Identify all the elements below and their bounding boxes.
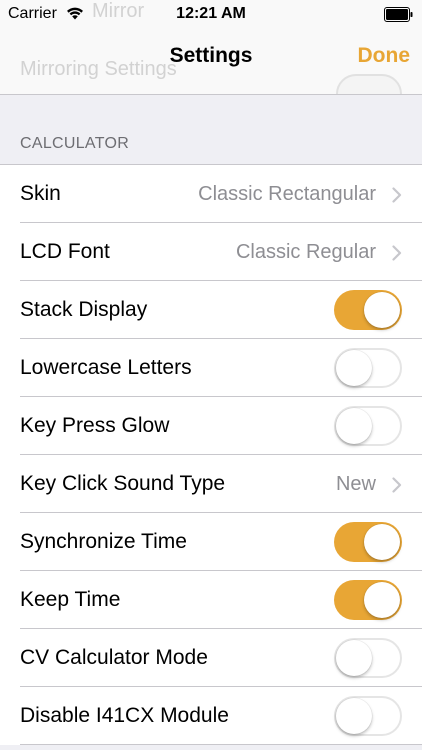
keep-time-toggle[interactable] <box>334 580 402 620</box>
setting-label: Keep Time <box>20 588 121 611</box>
toggle-knob <box>364 582 400 618</box>
battery-icon <box>384 7 413 22</box>
synchronize-time-toggle[interactable] <box>334 522 402 562</box>
setting-row-keep-time: Keep Time <box>0 571 422 629</box>
setting-label: LCD Font <box>20 240 110 263</box>
setting-value: Classic Rectangular <box>198 183 376 205</box>
setting-row-synchronize-time: Synchronize Time <box>0 513 422 571</box>
setting-row-cv-calculator-mode: CV Calculator Mode <box>0 629 422 687</box>
status-bar: Carrier 12:21 AM <box>0 0 422 30</box>
settings-list: Skin Classic Rectangular LCD Font Classi… <box>0 164 422 745</box>
setting-label: Disable I41CX Module <box>20 704 229 727</box>
chevron-right-icon <box>392 477 402 493</box>
chevron-right-icon <box>392 187 402 203</box>
setting-label: Key Press Glow <box>20 414 170 437</box>
setting-label: Synchronize Time <box>20 530 187 553</box>
setting-row-lowercase-letters: Lowercase Letters <box>0 339 422 397</box>
setting-row-key-click-sound-type[interactable]: Key Click Sound Type New <box>0 455 422 513</box>
chevron-right-icon <box>392 245 402 261</box>
setting-label: Skin <box>20 182 61 205</box>
status-time: 12:21 AM <box>176 5 246 22</box>
toggle-knob <box>364 292 400 328</box>
toggle-knob <box>336 350 372 386</box>
cv-calculator-mode-toggle[interactable] <box>334 638 402 678</box>
section-header-calculator: CALCULATOR <box>20 135 130 152</box>
setting-row-key-press-glow: Key Press Glow <box>0 397 422 455</box>
disable-i41cx-module-toggle[interactable] <box>334 696 402 736</box>
top-bar: Mirror Mirroring Settings Carrier 12:21 … <box>0 0 422 95</box>
setting-row-skin[interactable]: Skin Classic Rectangular <box>0 165 422 223</box>
setting-label: Lowercase Letters <box>20 356 192 379</box>
toggle-knob <box>336 698 372 734</box>
done-button[interactable]: Done <box>358 44 411 68</box>
toggle-knob <box>364 524 400 560</box>
setting-value: Classic Regular <box>235 241 376 263</box>
setting-row-lcd-font[interactable]: LCD Font Classic Regular <box>0 223 422 281</box>
setting-label: CV Calculator Mode <box>20 646 208 669</box>
setting-value: New <box>335 473 376 495</box>
stack-display-toggle[interactable] <box>334 290 402 330</box>
setting-row-disable-i41cx-module: Disable I41CX Module <box>0 687 422 745</box>
setting-row-stack-display: Stack Display <box>0 281 422 339</box>
lowercase-letters-toggle[interactable] <box>334 348 402 388</box>
scrolled-row-toggle <box>336 74 402 94</box>
setting-label: Stack Display <box>20 298 148 321</box>
setting-label: Key Click Sound Type <box>20 472 226 495</box>
key-press-glow-toggle[interactable] <box>334 406 402 446</box>
toggle-knob <box>336 408 372 444</box>
toggle-knob <box>336 640 372 676</box>
